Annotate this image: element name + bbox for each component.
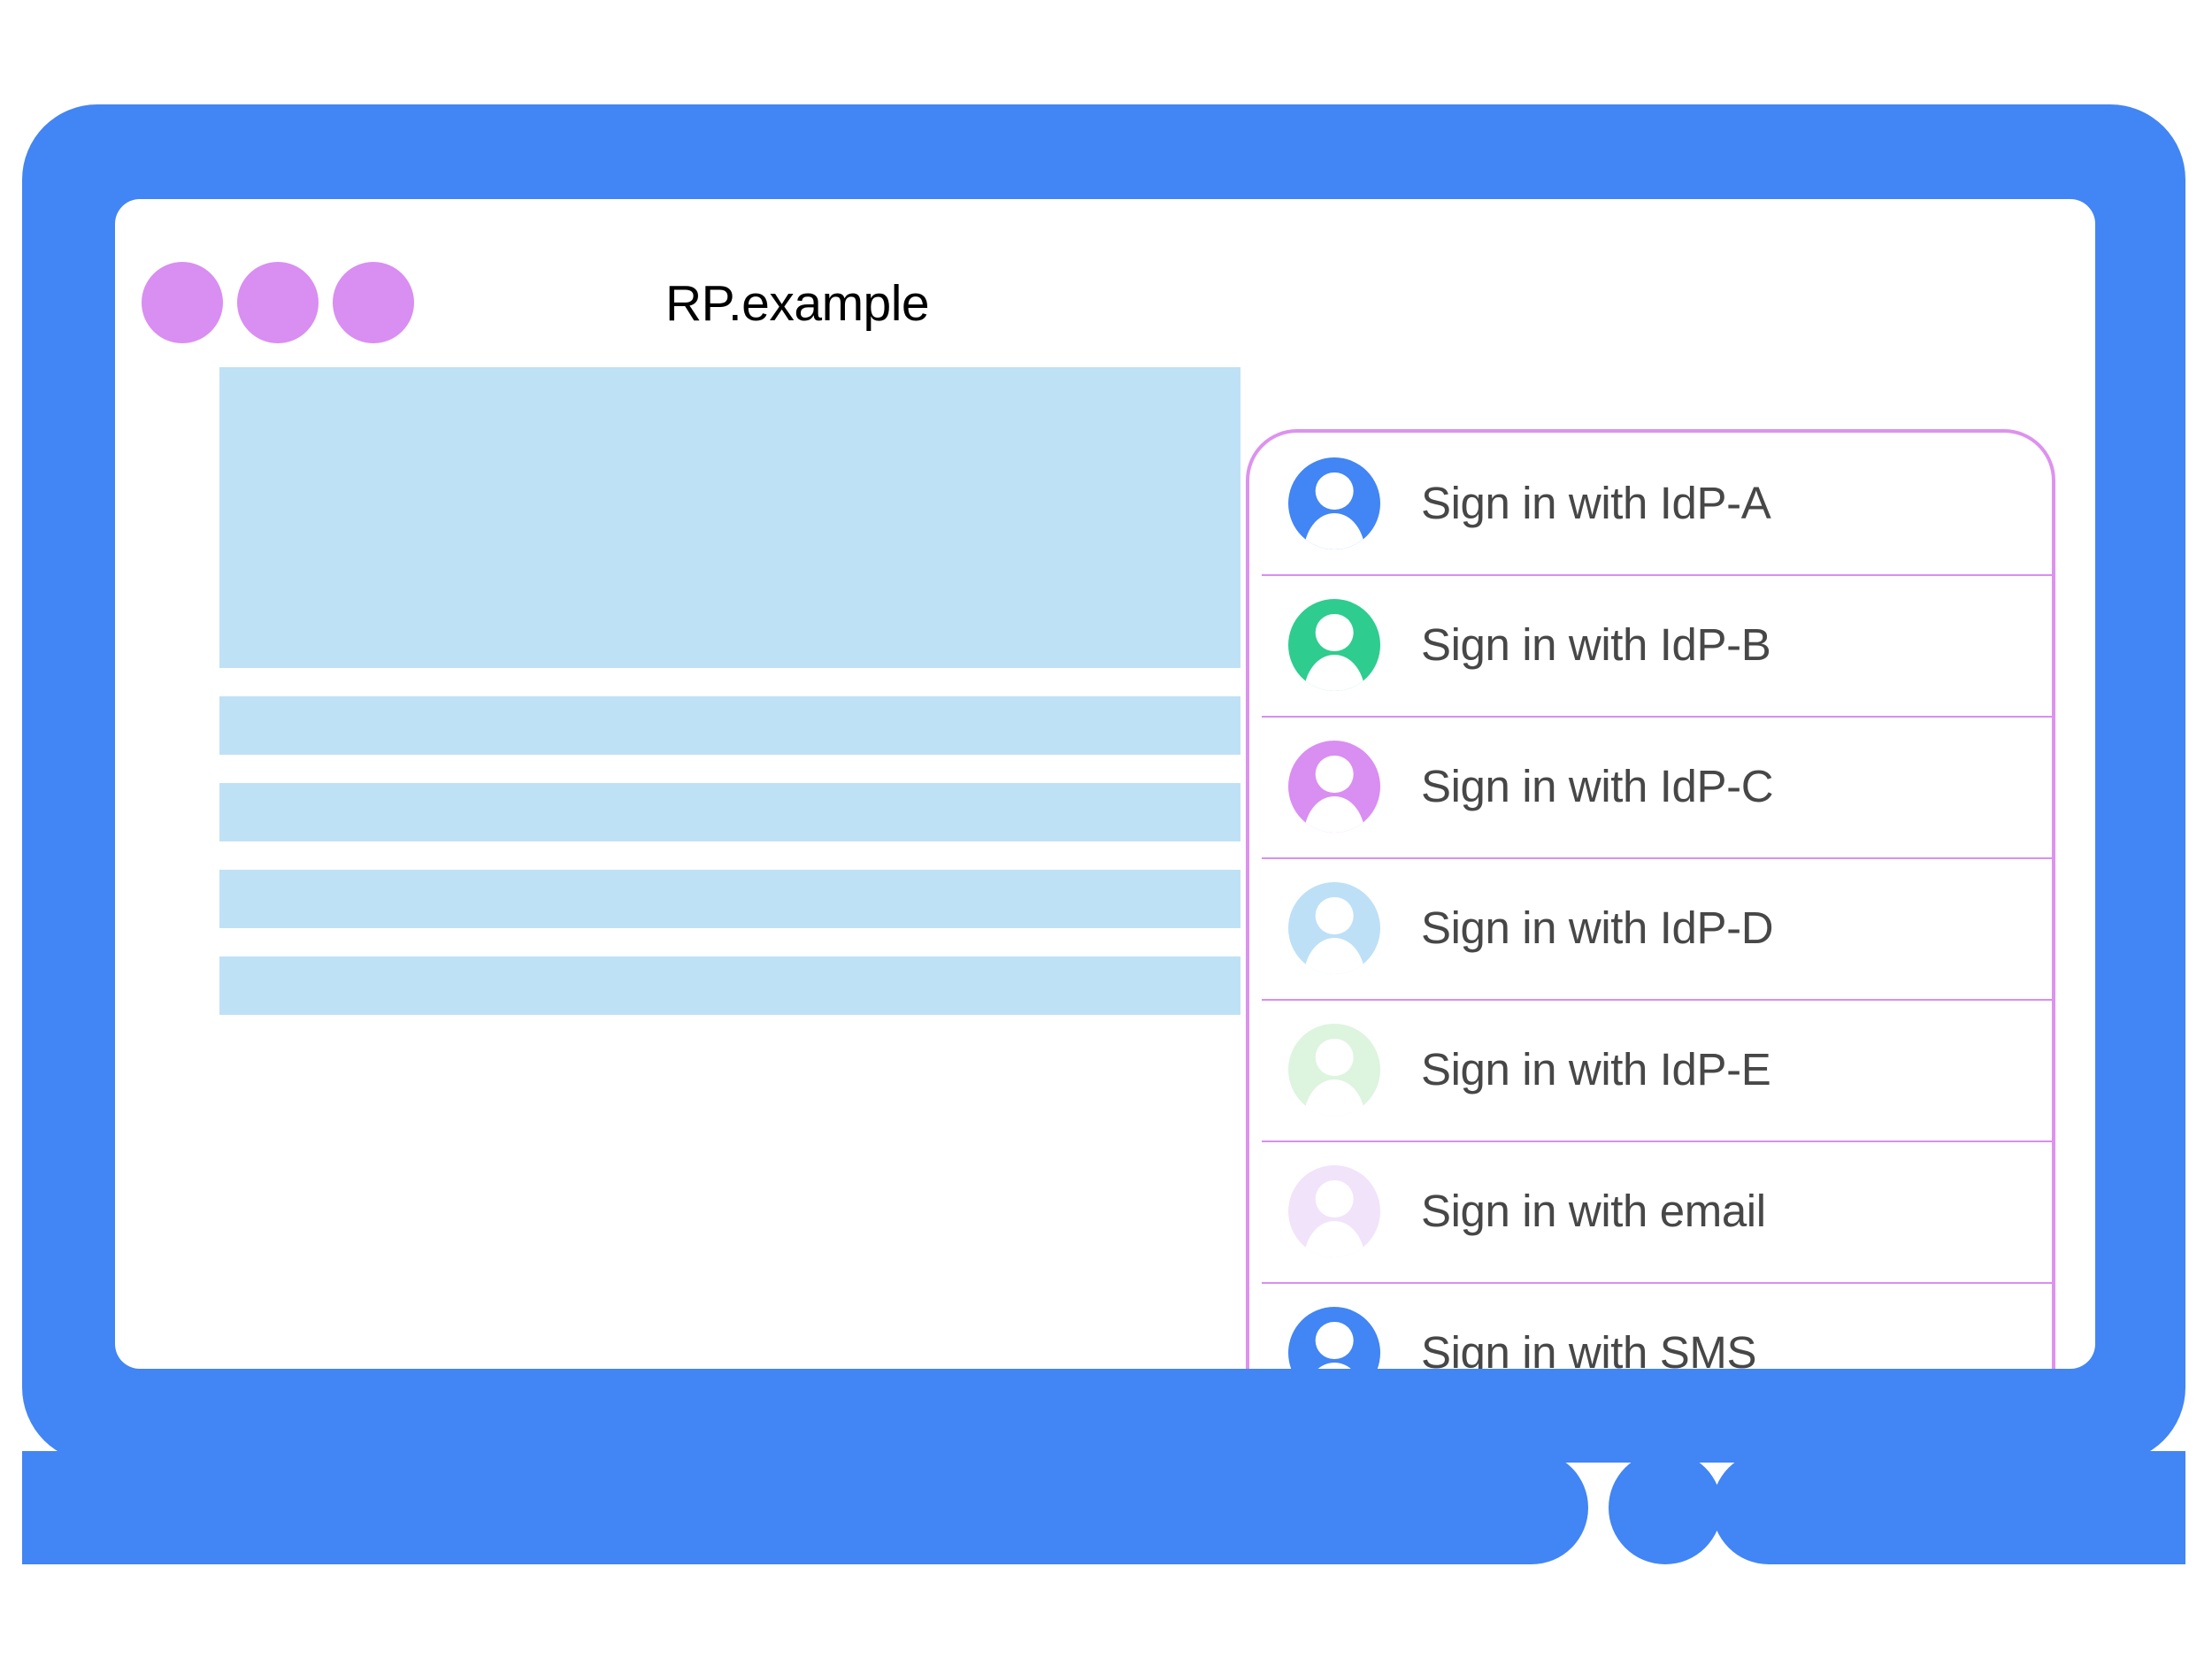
titlebar-dot-3[interactable] <box>333 262 414 343</box>
avatar-icon <box>1288 1024 1380 1116</box>
signin-option-row[interactable]: Sign in with email <box>1249 1141 2052 1282</box>
page-content-placeholders <box>219 367 1240 1043</box>
content-placeholder-block <box>219 783 1240 841</box>
signin-option-label: Sign in with IdP-D <box>1421 902 1774 953</box>
titlebar-dot-2[interactable] <box>237 262 319 343</box>
avatar-icon <box>1288 599 1380 691</box>
device-frame: RP.example Sign in with IdP-A Sign in wit… <box>22 104 2185 1564</box>
content-placeholder-block <box>219 367 1240 668</box>
device-bezel-bottom-right <box>1712 1451 2185 1564</box>
titlebar-dot-1[interactable] <box>142 262 223 343</box>
signin-card: Sign in with IdP-A Sign in with IdP-B Sign… <box>1246 429 2055 1369</box>
browser-screen: RP.example Sign in with IdP-A Sign in wit… <box>115 199 2095 1369</box>
content-placeholder-block <box>219 696 1240 755</box>
browser-titlebar: RP.example <box>115 199 2095 358</box>
signin-option-row[interactable]: Sign in with IdP-E <box>1249 999 2052 1141</box>
signin-option-row[interactable]: Sign in with IdP-B <box>1249 574 2052 716</box>
home-button[interactable] <box>1609 1451 1722 1564</box>
signin-option-label: Sign in with IdP-A <box>1421 478 1771 528</box>
avatar-icon <box>1288 741 1380 833</box>
signin-option-label: Sign in with email <box>1421 1186 1766 1236</box>
signin-option-row[interactable]: Sign in with IdP-C <box>1249 716 2052 857</box>
signin-option-row[interactable]: Sign in with IdP-D <box>1249 857 2052 999</box>
signin-option-label: Sign in with IdP-E <box>1421 1044 1771 1094</box>
signin-option-label: Sign in with IdP-B <box>1421 619 1771 670</box>
page-title: RP.example <box>665 275 930 332</box>
device-bezel-bottom-left <box>22 1451 1588 1564</box>
signin-option-row[interactable]: Sign in with IdP-A <box>1249 433 2052 574</box>
avatar-icon <box>1288 1307 1380 1369</box>
signin-option-row[interactable]: Sign in with SMS <box>1249 1282 2052 1369</box>
avatar-icon <box>1288 1165 1380 1257</box>
avatar-icon <box>1288 882 1380 974</box>
content-placeholder-block <box>219 956 1240 1015</box>
signin-option-label: Sign in with SMS <box>1421 1327 1757 1369</box>
signin-list: Sign in with IdP-A Sign in with IdP-B Sign… <box>1249 433 2052 1369</box>
signin-option-label: Sign in with IdP-C <box>1421 761 1774 811</box>
avatar-icon <box>1288 457 1380 549</box>
content-placeholder-block <box>219 870 1240 928</box>
